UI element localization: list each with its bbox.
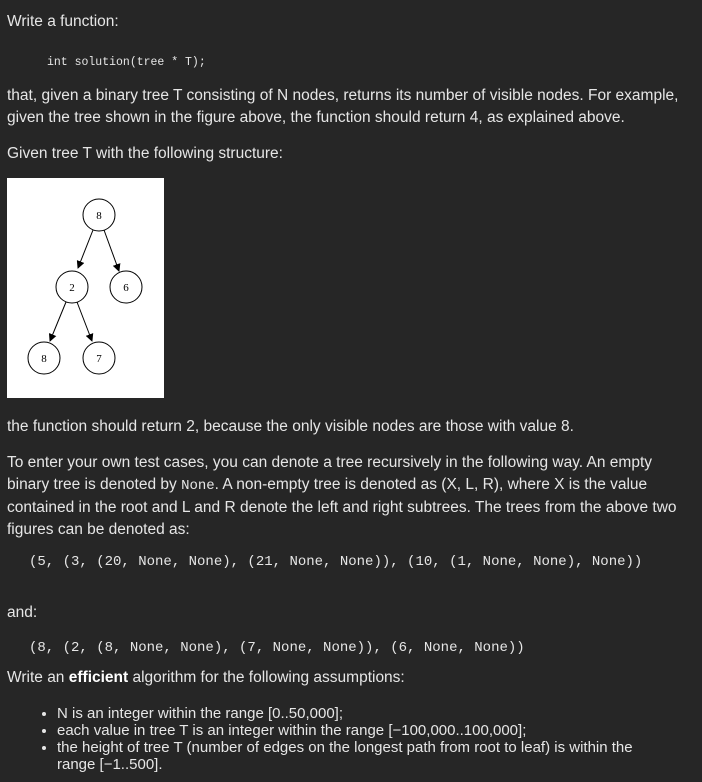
node-label-right: 6 <box>123 282 129 294</box>
assumption-item: the height of tree T (number of edges on… <box>57 739 657 773</box>
assumptions-list: N is an integer within the range [0..50,… <box>7 705 657 773</box>
function-signature: int solution(tree * T); <box>47 56 206 69</box>
edge-root-right <box>103 229 121 272</box>
example-tree-1: (5, (3, (20, None, None), (21, None, Non… <box>29 554 643 570</box>
assumptions-suffix: algorithm for the following assumptions: <box>128 669 405 686</box>
assumption-item: each value in tree T is an integer withi… <box>57 722 657 739</box>
problem-description: that, given a binary tree T consisting o… <box>7 87 679 126</box>
assumptions-heading: Write an efficient algorithm for the fol… <box>7 667 696 689</box>
tree-figure: 8 2 6 8 7 <box>7 178 164 398</box>
none-keyword: None <box>181 478 215 494</box>
node-label-left-right: 7 <box>96 353 102 365</box>
assumptions-emphasis: efficient <box>68 669 129 686</box>
example-tree-2: (8, (2, (8, None, None), (7, None, None)… <box>29 640 525 656</box>
intro-heading: Write a function: <box>7 13 119 30</box>
edge-left-leftright <box>76 301 94 342</box>
edge-left-leftleft <box>48 301 67 342</box>
node-label-left: 2 <box>69 282 75 294</box>
test-case-instructions: To enter your own test cases, you can de… <box>7 452 696 541</box>
node-label-left-left: 8 <box>41 353 47 365</box>
tree-diagram: 8 2 6 8 7 <box>27 198 143 375</box>
assumptions-prefix: Write an <box>7 669 69 686</box>
assumption-item: N is an integer within the range [0..50,… <box>57 705 657 722</box>
node-label-root: 8 <box>96 210 102 222</box>
expected-result: the function should return 2, because th… <box>7 418 574 435</box>
given-tree-label: Given tree T with the following structur… <box>7 145 283 162</box>
edge-root-left <box>76 229 94 269</box>
and-label: and: <box>7 604 38 621</box>
